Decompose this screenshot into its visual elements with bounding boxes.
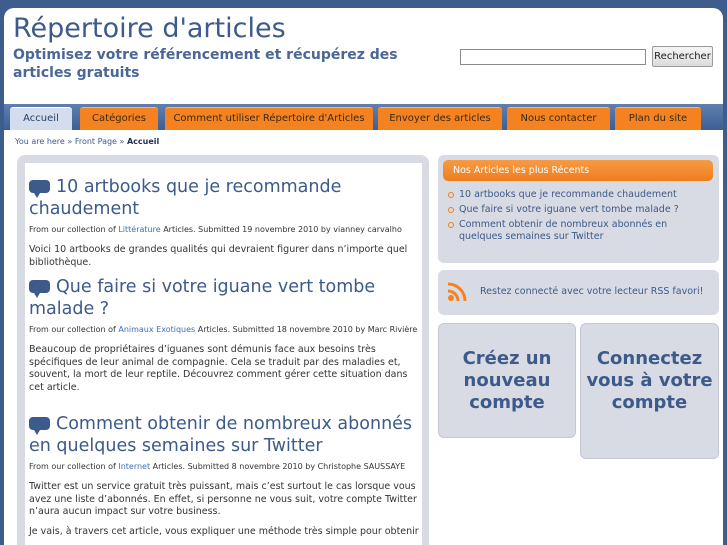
nav-envoyer-articles[interactable]: Envoyer des articles (378, 107, 502, 130)
article-list: 10 artbooks que je recommande chaudement… (25, 163, 422, 545)
article-category-link[interactable]: Internet (118, 462, 150, 471)
comment-icon (29, 417, 50, 435)
meta-prefix: From our collection of (29, 225, 116, 234)
article-meta: From our collection of Littérature Artic… (29, 224, 419, 235)
article-title[interactable]: Que faire si votre iguane vert tombe mal… (29, 276, 419, 320)
meta-suffix: Articles. Submitted 19 novembre 2010 by … (163, 225, 402, 234)
content-panel: 10 artbooks que je recommande chaudement… (17, 155, 429, 545)
site-subtitle: Optimisez votre référencement et récupér… (13, 47, 398, 81)
nav-categories[interactable]: Catégories (80, 107, 158, 130)
comment-icon (29, 180, 50, 198)
article-title-text[interactable]: 10 artbooks que je recommande chaudement (29, 177, 341, 219)
breadcrumb: You are here » Front Page » Accueil (15, 137, 159, 146)
create-account-link[interactable]: Créez un nouveau compte (439, 348, 575, 414)
login-link[interactable]: Connectez vous à votre compte (581, 348, 718, 414)
recent-article-link[interactable]: Comment obtenir de nombreux abonnés en q… (448, 219, 713, 243)
article-title[interactable]: 10 artbooks que je recommande chaudement (29, 176, 419, 220)
article-meta: From our collection of Internet Articles… (29, 461, 419, 472)
site-title[interactable]: Répertoire d'articles (13, 13, 286, 44)
article-category-link[interactable]: Animaux Exotiques (118, 325, 195, 334)
login-box[interactable]: Connectez vous à votre compte (580, 323, 719, 459)
article-excerpt: Voici 10 artbooks de grandes qualités qu… (29, 244, 408, 268)
rss-icon (447, 282, 467, 302)
rss-box[interactable]: Restez connecté avec votre lecteur RSS f… (438, 270, 719, 315)
recent-article-link[interactable]: Que faire si votre iguane vert tombe mal… (448, 204, 713, 216)
breadcrumb-current: Accueil (126, 137, 160, 146)
nav-comment-utiliser[interactable]: Comment utiliser Répertoire d'Articles (165, 107, 373, 130)
article-excerpt: Twitter est un service gratuit très puis… (29, 481, 417, 517)
recent-articles-list: 10 artbooks que je recommande chaudement… (448, 189, 713, 246)
article-item: Que faire si votre iguane vert tombe mal… (29, 276, 419, 394)
nav-plan-du-site[interactable]: Plan du site (615, 107, 701, 130)
article-title[interactable]: Comment obtenir de nombreux abonnés en q… (29, 413, 419, 457)
article-meta: From our collection of Animaux Exotiques… (29, 324, 419, 335)
breadcrumb-separator: » (119, 137, 125, 146)
article-excerpt: Beaucoup de propriétaires d’iguanes sont… (29, 344, 408, 393)
search-input[interactable] (460, 49, 646, 65)
recent-articles-box: Nos Articles les plus Récents 10 artbook… (438, 155, 719, 263)
search-button[interactable]: Rechercher (652, 46, 713, 67)
breadcrumb-prefix: You are here » (15, 137, 73, 146)
rss-text[interactable]: Restez connecté avec votre lecteur RSS f… (480, 286, 703, 297)
article-excerpt-continued: Je vais, à travers cet article, vous exp… (29, 525, 419, 537)
meta-suffix: Articles. Submitted 8 novembre 2010 by C… (152, 462, 406, 471)
recent-article-link[interactable]: 10 artbooks que je recommande chaudement (448, 189, 713, 201)
comment-icon (29, 280, 50, 298)
main-nav: Accueil Catégories Comment utiliser Répe… (4, 104, 723, 130)
article-item: 10 artbooks que je recommande chaudement… (29, 176, 419, 269)
breadcrumb-front-page[interactable]: Front Page (75, 137, 117, 146)
meta-suffix: Articles. Submitted 18 novembre 2010 by … (197, 325, 418, 334)
article-title-text[interactable]: Que faire si votre iguane vert tombe mal… (29, 277, 375, 319)
page-frame: Répertoire d'articles Optimisez votre ré… (4, 8, 723, 545)
recent-articles-title: Nos Articles les plus Récents (443, 160, 713, 181)
article-category-link[interactable]: Littérature (118, 225, 160, 234)
meta-prefix: From our collection of (29, 462, 116, 471)
nav-nous-contacter[interactable]: Nous contacter (507, 107, 610, 130)
meta-prefix: From our collection of (29, 325, 116, 334)
article-item: Comment obtenir de nombreux abonnés en q… (29, 413, 419, 538)
article-title-text[interactable]: Comment obtenir de nombreux abonnés en q… (29, 414, 412, 456)
create-account-box[interactable]: Créez un nouveau compte (438, 323, 576, 438)
nav-accueil[interactable]: Accueil (10, 107, 72, 130)
